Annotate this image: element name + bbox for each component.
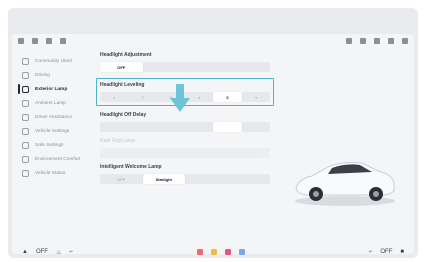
shield-icon (22, 141, 29, 149)
leveling-option[interactable]: 2 (128, 92, 156, 102)
lock-icon (374, 38, 380, 44)
status-bar (12, 34, 414, 48)
settings-sidebar: Community Used Driving Exterior Lamp Amb… (18, 54, 86, 180)
headlight-adjustment-option[interactable]: OFF (100, 62, 143, 72)
leveling-high-icon[interactable]: ◑ (242, 92, 270, 102)
headlight-adjustment-selector: OFF (100, 62, 270, 72)
sidebar-item-environment-comfort[interactable]: Environment Comfort (18, 152, 86, 166)
sidebar-item-driving[interactable]: Driving (18, 68, 86, 82)
car-icon (22, 127, 29, 135)
welcome-lamp-option[interactable]: OFF (100, 174, 143, 184)
battery-icon (388, 38, 394, 44)
welcome-lamp-title: Intelligent Welcome Lamp (100, 164, 162, 170)
welcome-lamp-option[interactable] (185, 174, 228, 184)
phone-app-icon[interactable] (224, 249, 231, 255)
apps-icon[interactable] (238, 249, 245, 255)
pointer-arrow-icon (170, 84, 190, 112)
volume-icon[interactable]: ■ (400, 249, 404, 255)
community-icon (22, 57, 29, 65)
welcome-lamp-selector: OFF Starlight (100, 174, 270, 184)
dock-right-label[interactable]: OFF (380, 249, 392, 255)
steering-icon (22, 71, 29, 79)
rear-fog-lamp-section: Rear Fog Lamp (100, 138, 270, 158)
off-delay-option[interactable] (100, 122, 128, 132)
signal-icon (346, 38, 352, 44)
music-app-icon[interactable] (196, 249, 203, 255)
settings-icon[interactable] (46, 38, 52, 44)
nav-app-icon[interactable] (210, 249, 217, 255)
sidebar-item-exterior-lamp[interactable]: Exterior Lamp (18, 82, 86, 96)
wifi-icon (360, 38, 366, 44)
rear-fog-option[interactable] (100, 148, 185, 158)
sidebar-item-vehicle-status[interactable]: Vehicle Status (18, 166, 86, 180)
sidebar-item-safe-settings[interactable]: Safe Settings (18, 138, 86, 152)
seat-icon[interactable]: ⌐ (69, 249, 73, 255)
welcome-lamp-option[interactable] (228, 174, 271, 184)
off-delay-option[interactable] (128, 122, 156, 132)
headlight-off-delay-section: Headlight Off Delay (100, 112, 270, 132)
headlight-adjustment-option[interactable] (228, 62, 271, 72)
bottom-dock: ▲ OFF ♨ ⌐ ⌐ OFF ■ (12, 244, 414, 260)
car-home-icon[interactable]: ▲ (22, 249, 28, 255)
off-delay-option[interactable] (185, 122, 213, 132)
rear-fog-lamp-title: Rear Fog Lamp (100, 138, 135, 144)
rear-fog-lamp-selector (100, 148, 270, 158)
sidebar-item-vehicle-settings[interactable]: Vehicle Settings (18, 124, 86, 138)
sidebar-item-community[interactable]: Community Used (18, 54, 86, 68)
headlight-off-delay-selector (100, 122, 270, 132)
headlight-adjustment-option[interactable] (185, 62, 228, 72)
seat-heat-icon[interactable]: ♨ (56, 249, 61, 256)
bluetooth-icon (60, 38, 66, 44)
off-delay-option[interactable] (213, 122, 242, 132)
fan-icon (22, 155, 29, 163)
off-delay-option[interactable] (157, 122, 185, 132)
assist-icon (22, 113, 29, 121)
headlight-adjustment-section: Headlight Adjustment OFF (100, 52, 270, 72)
headlight-adjustment-option[interactable] (143, 62, 186, 72)
headlight-adjustment-title: Headlight Adjustment (100, 52, 152, 58)
settings-content: Headlight Adjustment OFF Headlight Level… (96, 52, 274, 190)
ambient-icon (22, 99, 29, 107)
lamp-icon (22, 85, 29, 93)
welcome-lamp-section: Intelligent Welcome Lamp OFF Starlight (100, 164, 270, 184)
leveling-option[interactable]: 0 (213, 92, 242, 102)
dock-left-label[interactable]: OFF (36, 249, 48, 255)
off-delay-option[interactable] (242, 122, 270, 132)
welcome-lamp-option[interactable]: Starlight (142, 174, 185, 184)
infotainment-screen: Community Used Driving Exterior Lamp Amb… (12, 34, 414, 254)
status-icon (22, 169, 29, 177)
home-icon[interactable] (18, 38, 24, 44)
vehicle-image (295, 161, 395, 206)
sidebar-item-ambient-lamp[interactable]: Ambient Lamp (18, 96, 86, 110)
sidebar-item-driver-assistance[interactable]: Driver Assistance (18, 110, 86, 124)
leveling-low-icon[interactable]: ◐ (100, 92, 128, 102)
clock-icon (402, 38, 408, 44)
media-icon[interactable] (32, 38, 38, 44)
passenger-seat-icon[interactable]: ⌐ (369, 249, 373, 255)
rear-fog-option[interactable] (185, 148, 270, 158)
